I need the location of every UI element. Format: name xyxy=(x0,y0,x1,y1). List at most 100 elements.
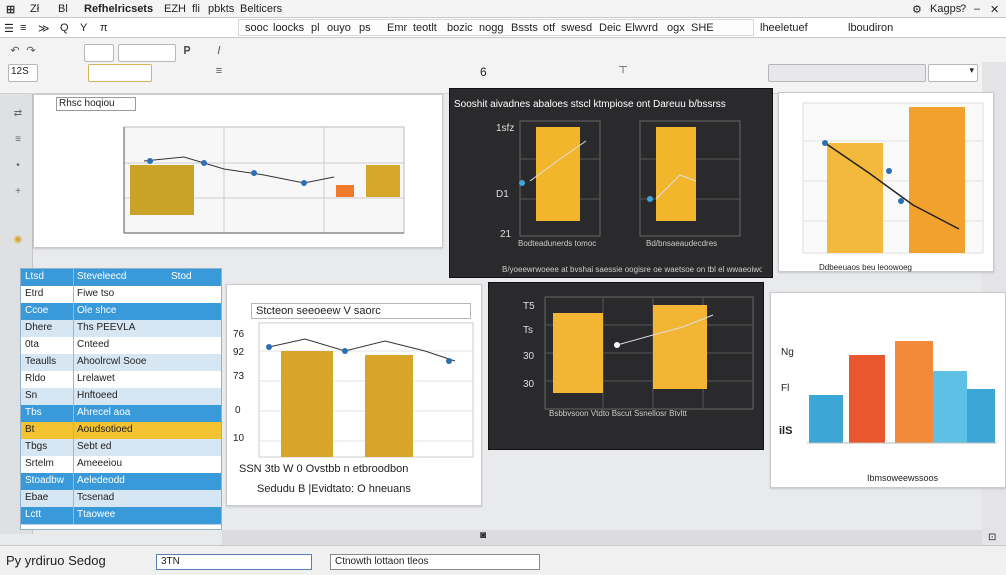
settings-icon[interactable]: ⚙ xyxy=(912,3,922,16)
title-item-6[interactable]: pbkts xyxy=(208,3,234,15)
y-label-2: D1 xyxy=(496,189,509,200)
scroll-right-icon[interactable]: ◙ xyxy=(480,530,486,541)
chart-3-svg xyxy=(802,102,984,254)
table-row[interactable]: Ebae Tcsenad xyxy=(21,490,221,508)
chart-panel-1[interactable]: Rhsc hoqiou xyxy=(33,94,443,248)
minimize-icon[interactable]: – xyxy=(974,3,980,15)
font-box[interactable] xyxy=(118,44,176,62)
title-item-5[interactable]: fli xyxy=(192,3,200,15)
close-icon[interactable]: ✕ xyxy=(990,3,999,16)
menu-teotlt[interactable]: teotlt xyxy=(413,22,437,34)
table-row[interactable]: Tbs Ahrecel aoa xyxy=(21,405,221,423)
chart-3-footer: Ddbeeuaos beu leoowoeg xyxy=(819,263,912,272)
menu-otf[interactable]: otf xyxy=(543,22,555,34)
chart-icon[interactable]: ┬ xyxy=(616,60,630,74)
table-header-cell[interactable]: Steveleecd xyxy=(77,271,157,282)
title-item-7[interactable]: Belticers xyxy=(240,3,282,15)
user-label[interactable]: Kagps xyxy=(930,3,961,15)
data-point xyxy=(342,348,348,354)
style-box[interactable] xyxy=(84,44,114,62)
table-row[interactable]: Srtelm Ameeeiou xyxy=(21,456,221,474)
gutter-arrow-icon[interactable]: ⇄ xyxy=(12,108,24,120)
table-header-cell[interactable]: Stod xyxy=(171,271,219,282)
table-row[interactable]: Lctt Ttaowee xyxy=(21,507,221,525)
font-size-box[interactable]: 12S xyxy=(8,64,38,82)
menu-emr[interactable]: Emr xyxy=(387,22,407,34)
q-icon[interactable]: Q xyxy=(60,22,69,34)
gutter-warning-icon[interactable]: ◉ xyxy=(12,234,24,246)
menu-elwvrd[interactable]: Elwvrd xyxy=(625,22,658,34)
zoom-dropdown[interactable]: ▾ xyxy=(928,64,978,82)
chart-panel-2[interactable]: Sooshit aivadnes abaloes stscl ktmpiose … xyxy=(449,88,773,278)
menu-lboudiron[interactable]: lboudiron xyxy=(848,22,893,34)
gutter-plus-icon[interactable]: + xyxy=(12,186,24,198)
highlight-box[interactable] xyxy=(88,64,152,82)
gutter-lines-icon[interactable]: ≡ xyxy=(12,134,24,146)
chart-panel-6[interactable]: Ng Fl ilS Ibmsoweewssoos xyxy=(770,292,1006,488)
y-icon[interactable]: Y xyxy=(80,22,87,34)
table-row[interactable]: Rldo Lrelawet xyxy=(21,371,221,389)
status-field-2[interactable]: Ctnowth lottaon tleos xyxy=(330,554,540,570)
table-cell: Rldo xyxy=(25,373,46,384)
menu-icon[interactable]: ☰ xyxy=(4,22,14,35)
table-row[interactable]: Teaulls Ahoolrcwl Sooe xyxy=(21,354,221,372)
chart-panel-3[interactable]: Ddbeeuaos beu leoowoeg xyxy=(778,92,994,272)
table-row-highlighted[interactable]: Bt Aoudsotioed xyxy=(21,422,221,440)
status-field-1[interactable]: 3TN xyxy=(156,554,312,570)
horizontal-scrollbar[interactable]: ◙ xyxy=(222,530,982,545)
title-item-3[interactable]: Refhelricsets xyxy=(84,3,153,15)
bar-1 xyxy=(281,351,333,457)
data-point xyxy=(886,168,892,174)
title-item-4[interactable]: EZH xyxy=(164,3,186,15)
chart-4-caption-1: SSN 3tb W 0 Ovstbb n etbroodbon xyxy=(239,463,409,475)
bold-icon[interactable]: 𝐏 xyxy=(180,44,194,58)
title-item-1[interactable]: Zł xyxy=(30,3,39,15)
table-row[interactable]: Tbgs Sebt ed xyxy=(21,439,221,457)
italic-icon[interactable]: 𝐼 xyxy=(212,44,226,58)
chart-2-svg xyxy=(519,120,741,237)
scroll-down-icon[interactable]: ⊡ xyxy=(988,532,996,543)
table-row[interactable]: Sn Hnftoeed xyxy=(21,388,221,406)
bar-3 xyxy=(336,185,354,197)
gutter-dot-icon[interactable]: • xyxy=(12,160,24,172)
table-row[interactable]: Ccoe Ole shce xyxy=(21,303,221,321)
menu-nogg[interactable]: nogg xyxy=(479,22,503,34)
table-row[interactable]: Stoadbw Aeledeodd xyxy=(21,473,221,491)
table-cell: Aoudsotioed xyxy=(77,424,133,435)
menu-sooc[interactable]: sooc xyxy=(245,22,268,34)
menu-deic[interactable]: Deic xyxy=(599,22,621,34)
app-icon[interactable]: ⊞ xyxy=(6,3,15,16)
menu-pl[interactable]: pl xyxy=(311,22,320,34)
table-cell: Ttaowee xyxy=(77,509,116,520)
menu-swesd[interactable]: swesd xyxy=(561,22,592,34)
menu-ogx[interactable]: ogx xyxy=(667,22,685,34)
pi-icon[interactable]: π xyxy=(100,22,108,34)
menu-lheeletuef[interactable]: lheeletuef xyxy=(760,22,808,34)
forward-icon[interactable]: ≫ xyxy=(38,22,50,35)
menu-bssts[interactable]: Bssts xyxy=(511,22,538,34)
menu-ps[interactable]: ps xyxy=(359,22,371,34)
table-header-cell[interactable]: Ltsd xyxy=(25,271,69,282)
table-row[interactable]: Dhere Ths PEEVLA xyxy=(21,320,221,338)
table-cell: Tcsenad xyxy=(77,492,115,503)
search-field[interactable] xyxy=(768,64,926,82)
menu-ouyo[interactable]: ouyo xyxy=(327,22,351,34)
help-icon[interactable]: ? xyxy=(960,3,966,15)
align-icon[interactable]: ≡ xyxy=(212,64,226,78)
table-cell: Etrd xyxy=(25,288,44,299)
data-point xyxy=(647,196,653,202)
menu-bozic[interactable]: bozic xyxy=(447,22,473,34)
menu-she[interactable]: SHE xyxy=(691,22,714,34)
y-label-1: T5 xyxy=(523,301,535,312)
undo-icon[interactable]: ↶ xyxy=(8,44,22,58)
table-row[interactable]: Etrd Fiwe tso xyxy=(21,286,221,304)
table-row[interactable]: 0ta Cnteed xyxy=(21,337,221,355)
menu-loocks[interactable]: loocks xyxy=(273,22,304,34)
chart-panel-4[interactable]: Stcteon seeoeew V saorc 76 92 73 0 10 SS… xyxy=(226,284,482,506)
data-table[interactable]: Ltsd Steveleecd Stod Etrd Fiwe tso Ccoe Ol… xyxy=(20,268,222,530)
title-item-2[interactable]: Bl xyxy=(58,3,68,15)
redo-icon[interactable]: ↷ xyxy=(24,44,38,58)
list-icon[interactable]: ≡ xyxy=(20,22,26,34)
chart-panel-5[interactable]: T5 Ts 30 30 Bsbbvsoon Vtdto Bscut Ssnell… xyxy=(488,282,764,450)
data-point xyxy=(301,180,307,186)
